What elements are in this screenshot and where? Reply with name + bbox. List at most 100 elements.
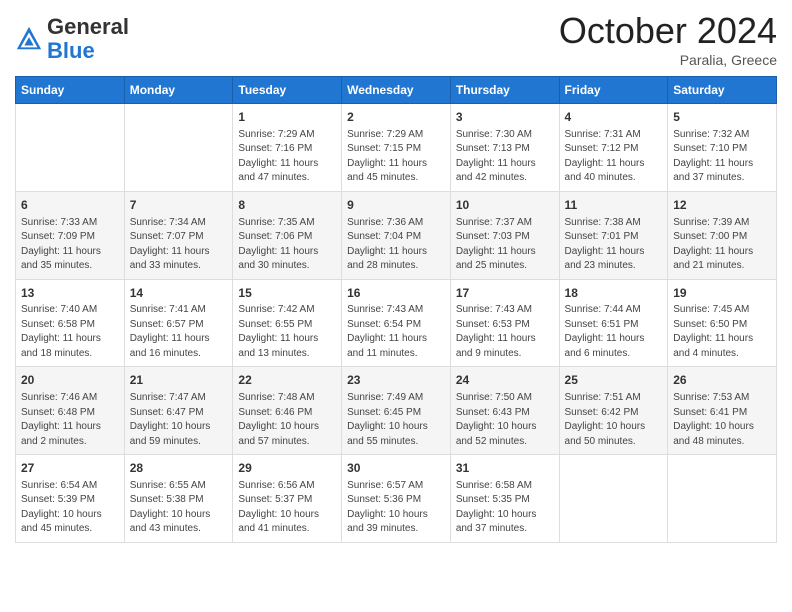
calendar-cell	[124, 104, 233, 192]
calendar-cell: 9 Sunrise: 7:36 AMSunset: 7:04 PMDaylight…	[342, 191, 451, 279]
weekday-header-row: SundayMondayTuesdayWednesdayThursdayFrid…	[16, 77, 777, 104]
day-number: 28	[130, 460, 228, 477]
day-number: 17	[456, 285, 554, 302]
day-info: Sunrise: 7:32 AMSunset: 7:10 PMDaylight:…	[673, 128, 771, 186]
calendar-cell: 13Sunrise: 7:40 AMSunset: 6:58 PMDayligh…	[16, 279, 125, 367]
calendar-cell: 7Sunrise: 7:34 AMSunset: 7:07 PMDaylight…	[124, 191, 233, 279]
month-title: October 2024	[559, 10, 777, 52]
day-number: 2	[347, 109, 445, 126]
calendar-week-row: 1 Sunrise: 7:29 AMSunset: 7:16 PMDaylight…	[16, 104, 777, 192]
calendar-body: 1 Sunrise: 7:29 AMSunset: 7:16 PMDaylight…	[16, 104, 777, 543]
day-number: 24	[456, 372, 554, 389]
calendar-cell: 31Sunrise: 6:58 AMSunset: 5:35 PMDayligh…	[450, 455, 559, 543]
calendar-cell: 8 Sunrise: 7:35 AMSunset: 7:06 PMDaylight…	[233, 191, 342, 279]
day-info: Sunrise: 6:56 AMSunset: 5:37 PMDaylight:…	[238, 479, 336, 537]
calendar-cell: 11Sunrise: 7:38 AMSunset: 7:01 PMDayligh…	[559, 191, 668, 279]
day-info: Sunrise: 7:50 AMSunset: 6:43 PMDaylight:…	[456, 391, 554, 449]
title-block: October 2024 Paralia, Greece	[559, 10, 777, 68]
day-number: 29	[238, 460, 336, 477]
day-number: 7	[130, 197, 228, 214]
weekday-thursday: Thursday	[450, 77, 559, 104]
calendar-cell	[668, 455, 777, 543]
day-number: 13	[21, 285, 119, 302]
calendar-cell: 6Sunrise: 7:33 AMSunset: 7:09 PMDaylight…	[16, 191, 125, 279]
day-info: Sunrise: 6:54 AMSunset: 5:39 PMDaylight:…	[21, 479, 119, 537]
calendar-cell: 15Sunrise: 7:42 AMSunset: 6:55 PMDayligh…	[233, 279, 342, 367]
weekday-wednesday: Wednesday	[342, 77, 451, 104]
day-info: Sunrise: 7:43 AMSunset: 6:54 PMDaylight:…	[347, 303, 445, 361]
calendar-cell: 25Sunrise: 7:51 AMSunset: 6:42 PMDayligh…	[559, 367, 668, 455]
day-number: 21	[130, 372, 228, 389]
weekday-monday: Monday	[124, 77, 233, 104]
day-info: Sunrise: 7:53 AMSunset: 6:41 PMDaylight:…	[673, 391, 771, 449]
day-number: 18	[565, 285, 663, 302]
calendar-cell: 29 Sunrise: 6:56 AMSunset: 5:37 PMDayligh…	[233, 455, 342, 543]
day-number: 22	[238, 372, 336, 389]
day-number: 10	[456, 197, 554, 214]
calendar-cell: 19Sunrise: 7:45 AMSunset: 6:50 PMDayligh…	[668, 279, 777, 367]
day-number: 30	[347, 460, 445, 477]
calendar-cell: 14Sunrise: 7:41 AMSunset: 6:57 PMDayligh…	[124, 279, 233, 367]
calendar-cell: 23 Sunrise: 7:49 AMSunset: 6:45 PMDayligh…	[342, 367, 451, 455]
day-info: Sunrise: 7:40 AMSunset: 6:58 PMDaylight:…	[21, 303, 119, 361]
day-number: 12	[673, 197, 771, 214]
page-header: General Blue October 2024 Paralia, Greec…	[15, 10, 777, 68]
day-info: Sunrise: 7:41 AMSunset: 6:57 PMDaylight:…	[130, 303, 228, 361]
day-number: 8	[238, 197, 336, 214]
day-info: Sunrise: 7:37 AMSunset: 7:03 PMDaylight:…	[456, 216, 554, 274]
day-info: Sunrise: 7:38 AMSunset: 7:01 PMDaylight:…	[565, 216, 663, 274]
calendar-cell: 10 Sunrise: 7:37 AMSunset: 7:03 PMDayligh…	[450, 191, 559, 279]
day-number: 9	[347, 197, 445, 214]
day-info: Sunrise: 7:46 AMSunset: 6:48 PMDaylight:…	[21, 391, 119, 449]
weekday-sunday: Sunday	[16, 77, 125, 104]
calendar-cell: 22 Sunrise: 7:48 AMSunset: 6:46 PMDayligh…	[233, 367, 342, 455]
calendar-week-row: 13Sunrise: 7:40 AMSunset: 6:58 PMDayligh…	[16, 279, 777, 367]
day-info: Sunrise: 7:45 AMSunset: 6:50 PMDaylight:…	[673, 303, 771, 361]
weekday-saturday: Saturday	[668, 77, 777, 104]
calendar-cell: 2 Sunrise: 7:29 AMSunset: 7:15 PMDaylight…	[342, 104, 451, 192]
calendar-cell: 24 Sunrise: 7:50 AMSunset: 6:43 PMDayligh…	[450, 367, 559, 455]
logo-general-text: General	[47, 14, 129, 39]
calendar-cell: 21Sunrise: 7:47 AMSunset: 6:47 PMDayligh…	[124, 367, 233, 455]
calendar-cell	[16, 104, 125, 192]
day-info: Sunrise: 7:49 AMSunset: 6:45 PMDaylight:…	[347, 391, 445, 449]
day-info: Sunrise: 7:48 AMSunset: 6:46 PMDaylight:…	[238, 391, 336, 449]
calendar-cell: 17Sunrise: 7:43 AMSunset: 6:53 PMDayligh…	[450, 279, 559, 367]
calendar-week-row: 20 Sunrise: 7:46 AMSunset: 6:48 PMDayligh…	[16, 367, 777, 455]
calendar-cell: 5 Sunrise: 7:32 AMSunset: 7:10 PMDaylight…	[668, 104, 777, 192]
day-info: Sunrise: 6:55 AMSunset: 5:38 PMDaylight:…	[130, 479, 228, 537]
day-number: 1	[238, 109, 336, 126]
day-info: Sunrise: 7:35 AMSunset: 7:06 PMDaylight:…	[238, 216, 336, 274]
calendar-cell: 28 Sunrise: 6:55 AMSunset: 5:38 PMDayligh…	[124, 455, 233, 543]
day-info: Sunrise: 7:36 AMSunset: 7:04 PMDaylight:…	[347, 216, 445, 274]
day-number: 26	[673, 372, 771, 389]
logo-blue-text: Blue	[47, 38, 95, 63]
calendar-cell: 27 Sunrise: 6:54 AMSunset: 5:39 PMDayligh…	[16, 455, 125, 543]
day-info: Sunrise: 7:43 AMSunset: 6:53 PMDaylight:…	[456, 303, 554, 361]
weekday-tuesday: Tuesday	[233, 77, 342, 104]
day-number: 16	[347, 285, 445, 302]
calendar-cell: 18Sunrise: 7:44 AMSunset: 6:51 PMDayligh…	[559, 279, 668, 367]
calendar-table: SundayMondayTuesdayWednesdayThursdayFrid…	[15, 76, 777, 543]
calendar-cell: 1 Sunrise: 7:29 AMSunset: 7:16 PMDaylight…	[233, 104, 342, 192]
calendar-cell: 16Sunrise: 7:43 AMSunset: 6:54 PMDayligh…	[342, 279, 451, 367]
day-number: 4	[565, 109, 663, 126]
calendar-cell: 4Sunrise: 7:31 AMSunset: 7:12 PMDaylight…	[559, 104, 668, 192]
day-info: Sunrise: 7:29 AMSunset: 7:16 PMDaylight:…	[238, 128, 336, 186]
day-number: 23	[347, 372, 445, 389]
day-info: Sunrise: 7:33 AMSunset: 7:09 PMDaylight:…	[21, 216, 119, 274]
day-info: Sunrise: 6:57 AMSunset: 5:36 PMDaylight:…	[347, 479, 445, 537]
calendar-cell: 20 Sunrise: 7:46 AMSunset: 6:48 PMDayligh…	[16, 367, 125, 455]
day-number: 5	[673, 109, 771, 126]
calendar-cell: 12Sunrise: 7:39 AMSunset: 7:00 PMDayligh…	[668, 191, 777, 279]
calendar-week-row: 27 Sunrise: 6:54 AMSunset: 5:39 PMDayligh…	[16, 455, 777, 543]
day-info: Sunrise: 7:29 AMSunset: 7:15 PMDaylight:…	[347, 128, 445, 186]
location-text: Paralia, Greece	[559, 52, 777, 68]
logo-icon	[15, 25, 43, 53]
day-number: 20	[21, 372, 119, 389]
day-number: 27	[21, 460, 119, 477]
day-info: Sunrise: 7:30 AMSunset: 7:13 PMDaylight:…	[456, 128, 554, 186]
calendar-week-row: 6Sunrise: 7:33 AMSunset: 7:09 PMDaylight…	[16, 191, 777, 279]
logo: General Blue	[15, 15, 129, 63]
weekday-friday: Friday	[559, 77, 668, 104]
